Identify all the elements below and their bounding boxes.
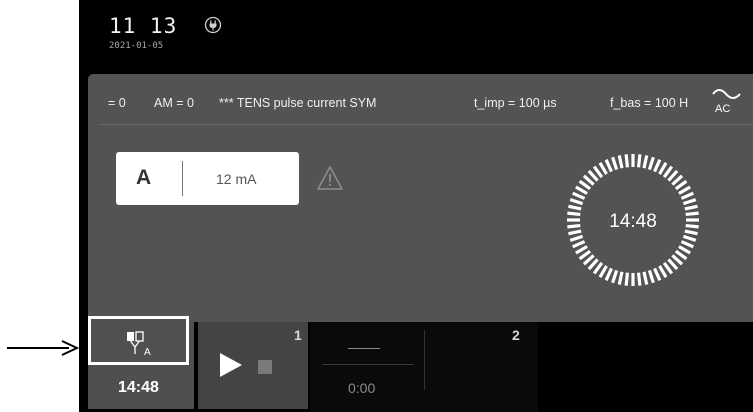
channel2-intensity-placeholder <box>348 348 380 349</box>
timer-segment <box>667 258 679 271</box>
channel2-divider <box>322 364 414 365</box>
timer-segment <box>575 245 588 255</box>
timer-segment <box>678 185 691 195</box>
timer-segment <box>598 162 608 175</box>
intensity-value: 12 mA <box>216 171 257 187</box>
timer-segment <box>582 254 595 266</box>
timer-segment <box>647 269 655 284</box>
param-t-imp: t_imp = 100 µs <box>474 96 557 110</box>
timer-segment <box>604 159 613 173</box>
channel2-time: 0:00 <box>348 380 376 396</box>
param-divider <box>100 124 753 125</box>
timer-segment <box>578 179 592 191</box>
timer-segment <box>598 265 608 278</box>
pointer-arrow-icon <box>7 340 79 356</box>
electrode-time: 14:48 <box>118 379 159 396</box>
channel1-number: 1 <box>294 327 302 343</box>
power-plug-icon <box>204 16 222 34</box>
timer-segment <box>587 258 599 271</box>
clock-time: 11 13 <box>109 14 178 38</box>
play-button[interactable] <box>220 353 242 377</box>
channel-letter: A <box>136 166 152 189</box>
timer-segment <box>567 211 581 217</box>
timer-segment <box>567 223 581 229</box>
timer-segment <box>572 191 586 200</box>
timer-segment <box>667 169 679 182</box>
electrode-subscript: A <box>144 347 151 357</box>
electrode-icon: A <box>127 331 151 357</box>
clock-date: 2021-01-05 <box>109 41 164 51</box>
timer-segment <box>604 267 613 281</box>
timer-segment <box>611 156 619 171</box>
timer-segment <box>674 179 688 191</box>
param-f-bas: f_bas = 100 H <box>610 96 689 110</box>
timer-segment <box>569 234 584 242</box>
ac-label: AC <box>715 103 730 115</box>
stop-button[interactable] <box>258 360 272 374</box>
param-program: *** TENS pulse current SYM <box>219 96 377 110</box>
warning-triangle-icon <box>317 166 343 190</box>
timer-segment <box>671 174 684 186</box>
channel2-vertical-divider <box>424 330 425 390</box>
timer-segment <box>662 261 674 275</box>
timer-segment <box>653 159 662 173</box>
timer-segment <box>636 154 642 168</box>
timer-segment <box>624 272 630 286</box>
timer-segment <box>569 198 584 206</box>
channel2-tile[interactable]: 0:00 2 <box>310 322 538 412</box>
channel1-controls: 1 <box>198 322 308 409</box>
timer-segment <box>568 229 582 236</box>
footer-controls: A 14:48 1 0:00 2 <box>88 316 753 412</box>
timer-segment <box>568 204 582 211</box>
timer-ring: 14:48 <box>567 154 699 286</box>
timer-segment <box>592 261 604 275</box>
timer-segment <box>611 269 619 284</box>
timer-segment <box>617 271 624 285</box>
timer-segment <box>682 234 697 242</box>
timer-segment <box>685 211 699 217</box>
timer-segment <box>624 154 630 168</box>
ac-waveform-icon: AC <box>712 89 741 115</box>
param-value: = 0 <box>108 96 126 110</box>
parameter-bar: = 0 AM = 0 *** TENS pulse current SYM t_… <box>88 74 753 126</box>
timer-segment <box>662 165 674 179</box>
timer-segment <box>685 223 699 229</box>
timer-segment <box>671 254 684 266</box>
timer-segment <box>647 156 655 171</box>
timer-segment <box>674 249 688 261</box>
timer-segment <box>617 155 624 169</box>
timer-segment <box>578 249 592 261</box>
timer-segment <box>592 165 604 179</box>
electrode-tile[interactable]: A 14:48 <box>88 316 194 409</box>
timer-segment <box>658 265 668 278</box>
channel2-number: 2 <box>512 327 520 343</box>
timer-segment <box>642 271 649 285</box>
timer-segment <box>680 191 694 200</box>
timer-segment <box>636 272 642 286</box>
therapy-panel: = 0 AM = 0 *** TENS pulse current SYM t_… <box>88 74 753 322</box>
timer-segment <box>587 169 599 182</box>
timer-segment <box>582 174 595 186</box>
timer-remaining: 14:48 <box>609 211 657 232</box>
timer-segment <box>658 162 668 175</box>
electrode-selector[interactable]: A <box>88 316 189 365</box>
timer-segment <box>642 155 649 169</box>
timer-segment <box>653 267 662 281</box>
timer-segment <box>684 204 698 211</box>
timer-segment <box>678 245 691 255</box>
channel-separator <box>182 161 183 196</box>
param-am: AM = 0 <box>154 96 194 110</box>
timer-segment <box>682 198 697 206</box>
channel-intensity-box[interactable]: A 12 mA <box>116 152 299 205</box>
timer-segment <box>680 240 694 249</box>
timer-segment <box>575 185 588 195</box>
timer-segment <box>572 240 586 249</box>
timer-segment <box>684 229 698 236</box>
